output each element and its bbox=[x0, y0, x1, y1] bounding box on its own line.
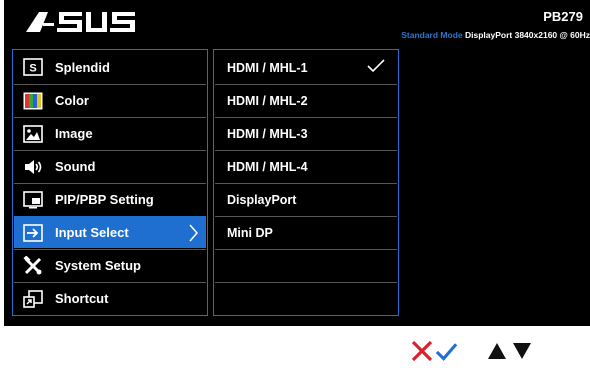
menu-label-image: Image bbox=[55, 126, 93, 141]
color-bars-icon bbox=[21, 89, 45, 113]
asus-logo bbox=[26, 12, 135, 32]
menu-label-color: Color bbox=[55, 93, 89, 108]
submenu-label-hdmi-mhl-4: HDMI / MHL-4 bbox=[227, 160, 308, 174]
menu-label-pip-pbp: PIP/PBP Setting bbox=[55, 192, 154, 207]
close-button[interactable] bbox=[410, 336, 433, 366]
tools-icon bbox=[21, 254, 45, 278]
close-icon bbox=[411, 340, 432, 362]
menu-label-splendid: Splendid bbox=[55, 59, 110, 75]
svg-text:S: S bbox=[29, 63, 36, 75]
menu-label-system-setup: System Setup bbox=[55, 258, 141, 273]
chevron-right-icon bbox=[188, 224, 198, 245]
menu-item-input-select[interactable]: Input Select bbox=[14, 216, 206, 248]
menu-label-input-select: Input Select bbox=[55, 225, 129, 240]
menu-item-sound[interactable]: Sound bbox=[14, 150, 206, 182]
submenu-item-empty bbox=[215, 282, 397, 315]
input-arrow-icon bbox=[21, 221, 45, 245]
menu-item-shortcut[interactable]: Shortcut bbox=[14, 282, 206, 314]
menu-item-image[interactable]: Image bbox=[14, 117, 206, 149]
submenu-item-hdmi-mhl-2[interactable]: HDMI / MHL-2 bbox=[215, 84, 397, 117]
submenu-item-displayport[interactable]: DisplayPort bbox=[215, 183, 397, 216]
submenu-item-mini-dp[interactable]: Mini DP bbox=[215, 216, 397, 249]
submenu-label-displayport: DisplayPort bbox=[227, 193, 297, 207]
menu-item-system-setup[interactable]: System Setup bbox=[14, 249, 206, 281]
submenu-label-hdmi-mhl-3: HDMI / MHL-3 bbox=[227, 127, 308, 141]
submenu-item-hdmi-mhl-3[interactable]: HDMI / MHL-3 bbox=[215, 117, 397, 150]
up-arrow-icon bbox=[487, 343, 506, 359]
menu-item-pip-pbp[interactable]: PIP/PBP Setting bbox=[14, 183, 206, 215]
submenu-label-mini-dp: Mini DP bbox=[227, 226, 273, 240]
down-arrow-icon bbox=[512, 343, 531, 359]
confirm-check-icon bbox=[435, 343, 458, 361]
splendid-mode: Standard Mode bbox=[401, 30, 463, 40]
status-line: Standard Mode DisplayPort 3840x2160 @ 60… bbox=[401, 30, 590, 40]
submenu-item-empty bbox=[215, 249, 397, 282]
pip-icon bbox=[21, 188, 45, 212]
menu-item-splendid[interactable]: S Splendid bbox=[14, 51, 206, 83]
submenu-item-hdmi-mhl-1[interactable]: HDMI / MHL-1 bbox=[215, 51, 397, 84]
speaker-icon bbox=[21, 155, 45, 179]
menu-label-shortcut: Shortcut bbox=[55, 291, 109, 306]
input-submenu: HDMI / MHL-1 HDMI / MHL-2 HDMI / MHL-3 H… bbox=[213, 49, 399, 316]
submenu-label-hdmi-mhl-2: HDMI / MHL-2 bbox=[227, 94, 308, 108]
shortcut-icon bbox=[21, 287, 45, 311]
submenu-label-hdmi-mhl-1: HDMI / MHL-1 bbox=[227, 60, 308, 75]
image-icon bbox=[21, 122, 45, 146]
input-resolution-info: DisplayPort 3840x2160 @ 60Hz bbox=[465, 30, 590, 40]
splendid-s-icon: S bbox=[21, 55, 45, 79]
submenu-item-hdmi-mhl-4[interactable]: HDMI / MHL-4 bbox=[215, 150, 397, 183]
check-icon bbox=[367, 59, 385, 76]
main-menu: S Splendid Color Image Sound PIP/PBP Set… bbox=[12, 49, 208, 316]
osd-panel: PB279 Standard Mode DisplayPort 3840x216… bbox=[4, 0, 590, 326]
confirm-button[interactable] bbox=[435, 336, 458, 366]
menu-label-sound: Sound bbox=[55, 159, 96, 174]
menu-item-color[interactable]: Color bbox=[14, 84, 206, 116]
up-button[interactable] bbox=[485, 336, 508, 366]
model-name: PB279 bbox=[543, 9, 583, 24]
down-button[interactable] bbox=[510, 336, 533, 366]
